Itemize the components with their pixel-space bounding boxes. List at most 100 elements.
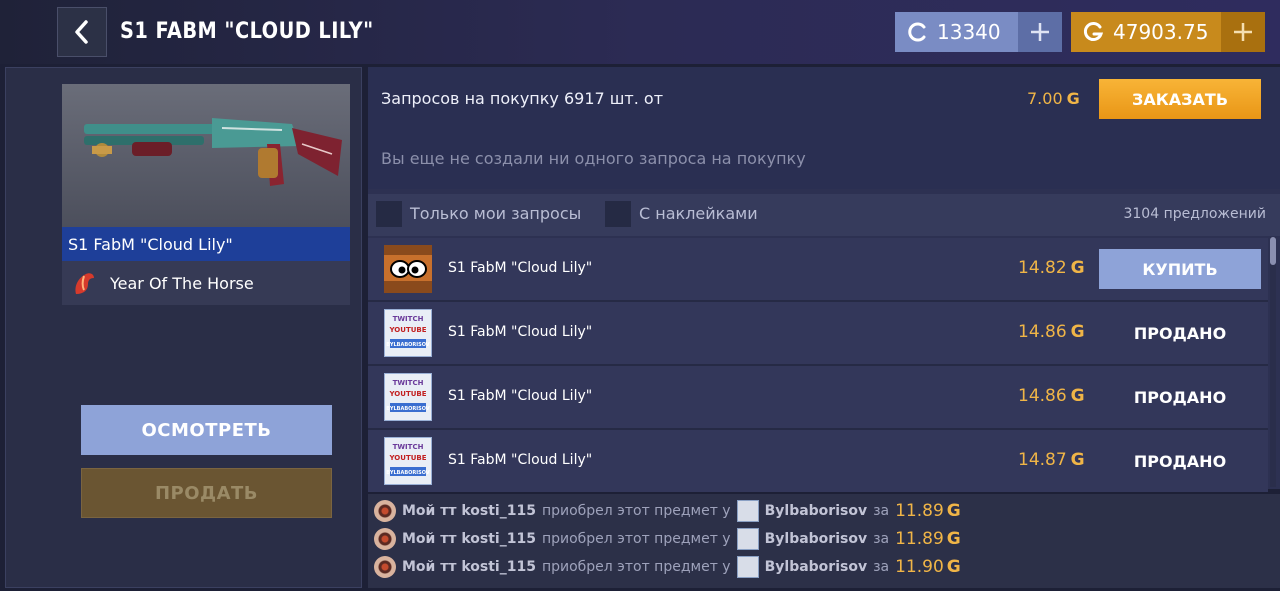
thumb-line3: BYLBABORISOV [386, 406, 430, 412]
listing-price: 14.86 G [1018, 386, 1085, 406]
g-coin-icon: G [1070, 450, 1085, 470]
stickers-checkbox[interactable] [605, 201, 631, 227]
history-za: за [873, 559, 890, 575]
filter-bar: Только мои запросы С наклейками 3104 пре… [368, 194, 1280, 236]
sold-label: ПРОДАНО [1133, 323, 1227, 343]
history-entry: Мой тт kosti_115 приобрел этот предмет у… [374, 525, 961, 553]
collection-name: Year Of The Horse [110, 273, 254, 293]
sell-button[interactable]: ПРОДАТЬ [81, 468, 332, 518]
listing-name: S1 FabM "Cloud Lily" [448, 324, 593, 340]
history-verb: приобрел этот предмет у [541, 503, 731, 519]
back-button[interactable] [57, 7, 107, 57]
listings-scrollbar[interactable] [1270, 237, 1276, 487]
g-coin-icon: G [1070, 386, 1085, 406]
sold-label: ПРОДАНО [1133, 451, 1227, 471]
buyer-name: Мой тт kosti_115 [402, 531, 536, 547]
listing-price: 14.87 G [1018, 450, 1085, 470]
silver-balance-value: 13340 [937, 20, 1001, 44]
seller-name: Bylbaborisov [764, 531, 868, 547]
g-coin-icon: G [946, 557, 961, 577]
buy-requests: Запросов на покупку 6917 шт. от 7.00 G З… [368, 67, 1280, 189]
add-gold-button[interactable] [1221, 12, 1265, 52]
seller-avatar [736, 556, 759, 578]
g-coin-icon [1083, 22, 1104, 41]
history-verb: приобрел этот предмет у [541, 531, 731, 547]
g-coin-icon: G [1070, 258, 1085, 278]
thumb-line1: TWITCH [393, 315, 424, 323]
buyer-name: Мой тт kosti_115 [402, 503, 536, 519]
market-panel: Запросов на покупку 6917 шт. от 7.00 G З… [368, 67, 1280, 492]
only-mine-label: Только мои запросы [410, 204, 582, 223]
listing-row: TWITCH YOUTUBE BYLBABORISOV S1 FabM "Clo… [368, 430, 1268, 492]
purchase-history: Мой тт kosti_115 приобрел этот предмет у… [368, 494, 1280, 588]
seller-avatar [736, 528, 759, 550]
seller-name: Bylbaborisov [764, 559, 868, 575]
listing-price: 14.82 G [1018, 258, 1085, 278]
listing-row: S1 FabM "Cloud Lily" 14.82 G КУПИТЬ [368, 238, 1268, 302]
thumb-line2: YOUTUBE [388, 326, 426, 334]
g-coin-icon: G [946, 529, 961, 549]
g-coin-icon: G [1070, 322, 1085, 342]
plus-icon [1234, 23, 1252, 41]
plus-icon [1031, 23, 1049, 41]
listing-row: TWITCH YOUTUBE BYLBABORISOV S1 FabM "Clo… [368, 302, 1268, 366]
history-za: за [873, 531, 890, 547]
horse-icon [75, 273, 94, 294]
requests-label: Запросов на покупку 6917 шт. от [381, 89, 664, 108]
history-price: 11.90 G [895, 557, 961, 577]
sticker-twitch-icon: TWITCH YOUTUBE BYLBABORISOV [384, 373, 432, 421]
history-za: за [873, 503, 890, 519]
history-verb: приобрел этот предмет у [541, 559, 731, 575]
stickers-label: С наклейками [639, 204, 758, 223]
seller-name: Bylbaborisov [764, 503, 868, 519]
seller-avatar [736, 500, 759, 522]
buyer-name: Мой тт kosti_115 [402, 559, 536, 575]
item-name: S1 FabM "Cloud Lily" [62, 227, 350, 261]
listing-name: S1 FabM "Cloud Lily" [448, 388, 593, 404]
item-panel: S1 FabM "Cloud Lily" Year Of The Horse О… [5, 67, 362, 588]
page-title: S1 FABM "CLOUD LILY" [120, 19, 374, 44]
thumb-line2: YOUTUBE [388, 390, 426, 398]
sold-label: ПРОДАНО [1133, 387, 1227, 407]
listing-name: S1 FabM "Cloud Lily" [448, 452, 593, 468]
listing-name: S1 FabM "Cloud Lily" [448, 260, 593, 276]
sticker-eyes-icon [384, 245, 432, 293]
listing-price: 14.86 G [1018, 322, 1085, 342]
top-bar: S1 FABM "CLOUD LILY" 13340 47903.75 [0, 0, 1280, 64]
scroll-thumb[interactable] [1270, 237, 1276, 265]
history-price: 11.89 G [895, 529, 961, 549]
requests-price: 7.00 G [1027, 89, 1080, 108]
history-price: 11.89 G [895, 501, 961, 521]
only-mine-checkbox[interactable] [376, 201, 402, 227]
silver-balance: 13340 [895, 12, 1062, 52]
thumb-line3: BYLBABORISOV [386, 342, 430, 348]
buyer-avatar [374, 556, 396, 578]
sticker-twitch-icon: TWITCH YOUTUBE BYLBABORISOV [384, 309, 432, 357]
history-entry: Мой тт kosti_115 приобрел этот предмет у… [374, 553, 961, 581]
weapon-image [62, 84, 350, 227]
add-silver-button[interactable] [1018, 12, 1062, 52]
collection-row: Year Of The Horse [62, 261, 350, 305]
chevron-left-icon [75, 20, 88, 44]
g-coin-icon: G [1066, 89, 1080, 108]
empty-requests-message: Вы еще не создали ни одного запроса на п… [381, 149, 806, 168]
shotgun-icon [84, 118, 342, 186]
gold-balance: 47903.75 [1071, 12, 1265, 52]
thumb-line1: TWITCH [393, 443, 424, 451]
g-coin-icon: G [946, 501, 961, 521]
buyer-avatar [374, 500, 396, 522]
buy-button[interactable]: КУПИТЬ [1099, 249, 1261, 289]
listing-row: TWITCH YOUTUBE BYLBABORISOV S1 FabM "Clo… [368, 366, 1268, 430]
history-entry: Мой тт kosti_115 приобрел этот предмет у… [374, 497, 961, 525]
thumb-line3: BYLBABORISOV [386, 470, 430, 476]
thumb-line1: TWITCH [393, 379, 424, 387]
c-coin-icon [908, 22, 926, 42]
order-button[interactable]: ЗАКАЗАТЬ [1099, 79, 1261, 119]
sticker-twitch-icon: TWITCH YOUTUBE BYLBABORISOV [384, 437, 432, 485]
thumb-line2: YOUTUBE [388, 454, 426, 462]
offers-count: 3104 предложений [1123, 206, 1266, 222]
gold-balance-value: 47903.75 [1113, 20, 1209, 44]
item-card: S1 FabM "Cloud Lily" Year Of The Horse [62, 84, 350, 305]
buyer-avatar [374, 528, 396, 550]
inspect-button[interactable]: ОСМОТРЕТЬ [81, 405, 332, 455]
